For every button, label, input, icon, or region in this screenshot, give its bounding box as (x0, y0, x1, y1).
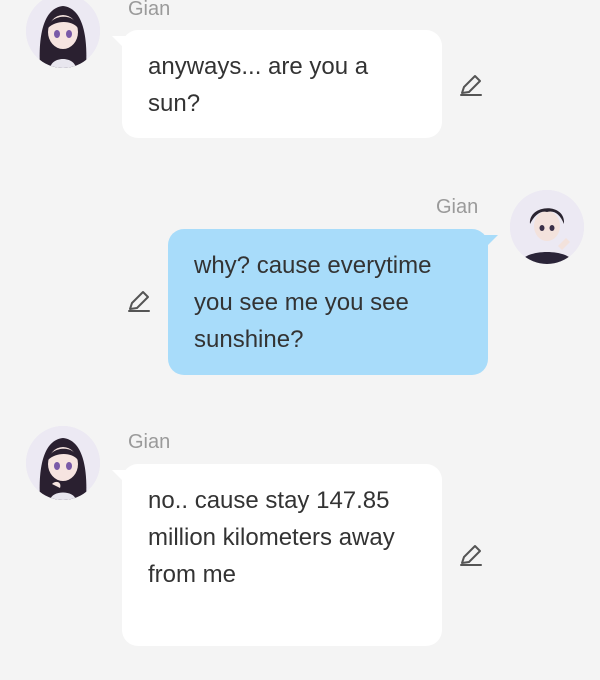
pencil-edit-icon[interactable] (458, 72, 484, 98)
avatar[interactable] (26, 426, 100, 500)
avatar[interactable] (26, 0, 100, 68)
message-bubble[interactable]: no.. cause stay 147.85 million kilometer… (112, 464, 442, 646)
message-bubble[interactable]: why? cause everytime you see me you see … (168, 229, 498, 375)
sender-name: Gian (128, 0, 171, 20)
girl-avatar-icon (26, 0, 100, 68)
pencil-edit-icon[interactable] (126, 288, 152, 314)
sender-name: Gian (436, 196, 479, 218)
message-bubble[interactable]: anyways... are you a sun? (112, 30, 442, 138)
sender-name: Gian (128, 431, 171, 453)
girl-avatar-icon (26, 426, 100, 500)
pencil-edit-icon[interactable] (458, 542, 484, 568)
boy-avatar-icon (510, 190, 584, 264)
avatar[interactable] (510, 190, 584, 264)
